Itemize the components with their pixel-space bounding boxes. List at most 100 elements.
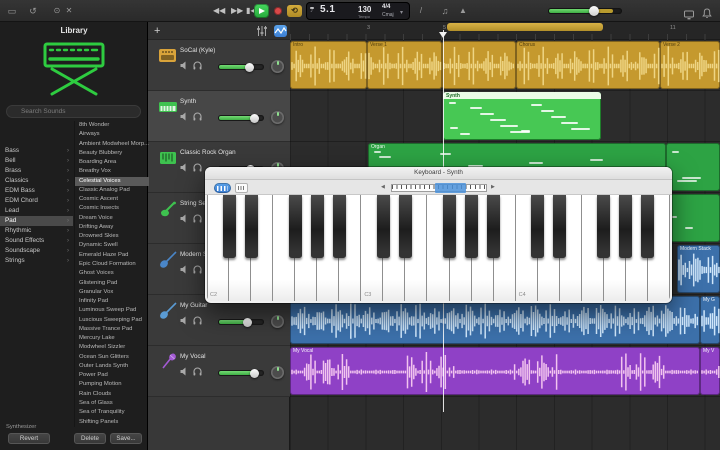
forward-button[interactable]: ▶▶ (231, 0, 243, 22)
record-button[interactable] (274, 7, 282, 15)
patch-path-label[interactable]: Synthesizer (6, 424, 36, 430)
library-search-input[interactable] (6, 105, 141, 118)
scissors-icon[interactable]: ✕ (62, 0, 76, 22)
patch-item-boarding-area[interactable]: Boarding Area (75, 158, 149, 167)
display-icon[interactable] (682, 0, 696, 22)
patch-item-beauty-blubbery[interactable]: Beauty Blubbery (75, 149, 149, 158)
track-volume-slider[interactable] (218, 370, 264, 376)
patch-item-rain-clouds[interactable]: Rain Clouds (75, 390, 149, 399)
sidebar-category-bell[interactable]: Bell› (0, 156, 73, 166)
patch-item-shifting-panels[interactable]: Shifting Panels (75, 418, 149, 427)
playhead-marker[interactable] (439, 32, 447, 38)
region-my-vocal[interactable]: My Vocal (290, 347, 700, 395)
patch-item-sea-of-glass[interactable]: Sea of Glass (75, 399, 149, 408)
patch-item-pumping-motion[interactable]: Pumping Motion (75, 380, 149, 389)
patch-item-sea-of-tranquility[interactable]: Sea of Tranquility (75, 408, 149, 417)
pan-knob[interactable] (271, 111, 284, 124)
patch-item-power-pad[interactable]: Power Pad (75, 371, 149, 380)
timeline-ruler[interactable]: 357911 (290, 22, 720, 40)
sidebar-category-rhythmic[interactable]: Rhythmic› (0, 226, 73, 236)
delete-button[interactable]: Delete (74, 433, 106, 444)
black-key[interactable] (553, 195, 566, 258)
add-track-button[interactable]: + (154, 22, 160, 40)
track-volume-slider[interactable] (218, 115, 264, 121)
patch-item-classic-analog-pad[interactable]: Classic Analog Pad (75, 186, 149, 195)
black-key[interactable] (399, 195, 412, 258)
patch-item-8th-wonder[interactable]: 8th Wonder (75, 121, 149, 130)
patch-item-celestial-voices[interactable]: Celestial Voices (75, 177, 149, 186)
volume-thumb[interactable] (243, 318, 252, 327)
play-button[interactable] (254, 4, 269, 18)
volume-thumb[interactable] (250, 369, 259, 378)
region-my-v[interactable]: My V (700, 347, 720, 395)
sidebar-category-soundscape[interactable]: Soundscape› (0, 246, 73, 256)
black-key[interactable] (465, 195, 478, 258)
patch-item-granular-vox[interactable]: Granular Vox (75, 288, 149, 297)
sidebar-category-pad[interactable]: Pad› (0, 216, 73, 226)
patch-item-cosmic-ascent[interactable]: Cosmic Ascent (75, 195, 149, 204)
pan-knob[interactable] (271, 366, 284, 379)
sidebar-category-sound-effects[interactable]: Sound Effects› (0, 236, 73, 246)
patch-item-ambient-modwheel-morp[interactable]: Ambient Modwheel Morp... (75, 140, 149, 149)
black-key[interactable] (377, 195, 390, 258)
cycle-range[interactable] (447, 23, 603, 31)
sidebar-category-lead[interactable]: Lead› (0, 206, 73, 216)
region-clip[interactable] (442, 41, 516, 89)
patch-item-airways[interactable]: Airways (75, 130, 149, 139)
black-key[interactable] (333, 195, 346, 258)
sidebar-category-classics[interactable]: Classics› (0, 176, 73, 186)
keyboard-window[interactable]: Keyboard - Synth ◀ ▶ C2C3C4 (205, 167, 672, 303)
patch-item-cosmic-insects[interactable]: Cosmic Insects (75, 204, 149, 213)
bell-icon[interactable] (700, 0, 714, 22)
patch-item-drowned-skies[interactable]: Drowned Skies (75, 232, 149, 241)
patch-item-outer-lands-synth[interactable]: Outer Lands Synth (75, 362, 149, 371)
patch-item-dynamic-swell[interactable]: Dynamic Swell (75, 241, 149, 250)
region-chorus[interactable]: Chorus (516, 41, 660, 89)
window-icon[interactable]: ▭ (5, 0, 19, 22)
patch-item-drifting-away[interactable]: Drifting Away (75, 223, 149, 232)
patch-item-luscious-sweeping-pad[interactable]: Luscious Sweeping Pad (75, 316, 149, 325)
track-header-socal-kyle[interactable]: SoCal (Kyle) (148, 40, 290, 91)
region-intro[interactable]: Intro (290, 41, 367, 89)
patch-item-breathy-vox[interactable]: Breathy Vox (75, 167, 149, 176)
black-key[interactable] (443, 195, 456, 258)
metronome-icon[interactable]: ▲ (456, 0, 470, 22)
pan-knob[interactable] (271, 315, 284, 328)
black-key[interactable] (487, 195, 500, 258)
sidebar-category-bass[interactable]: Bass› (0, 146, 73, 156)
volume-thumb[interactable] (245, 63, 254, 72)
region-clip[interactable] (666, 143, 720, 191)
black-key[interactable] (289, 195, 302, 258)
region-my-g[interactable]: My G (700, 296, 720, 344)
black-key[interactable] (223, 195, 236, 258)
patch-item-dream-voice[interactable]: Dream Voice (75, 214, 149, 223)
cycle-button[interactable]: ⟲ (287, 5, 302, 17)
count-in-icon[interactable]: ♫ (438, 0, 452, 22)
undo-icon[interactable]: ↺ (26, 0, 40, 22)
black-key[interactable] (531, 195, 544, 258)
patch-item-emerald-haze-pad[interactable]: Emerald Haze Pad (75, 251, 149, 260)
black-key[interactable] (311, 195, 324, 258)
black-key[interactable] (619, 195, 632, 258)
black-key[interactable] (641, 195, 654, 258)
track-header-synth[interactable]: Synth (148, 91, 290, 142)
patch-item-luminous-sweep-pad[interactable]: Luminous Sweep Pad (75, 306, 149, 315)
black-key[interactable] (597, 195, 610, 258)
master-volume-thumb[interactable] (589, 6, 599, 16)
lcd-display[interactable]: ♪ 5.1 130 Tempo 4/4 Cmaj ▾ (306, 2, 410, 20)
rewind-button[interactable]: ◀◀ (213, 0, 225, 22)
patch-item-massive-trance-pad[interactable]: Massive Trance Pad (75, 325, 149, 334)
patch-item-infinity-pad[interactable]: Infinity Pad (75, 297, 149, 306)
keyboard-mode-button[interactable] (214, 183, 231, 193)
region-synth[interactable]: Synth (443, 92, 601, 140)
octave-right-icon[interactable]: ▶ (491, 184, 495, 190)
sidebar-category-edm-bass[interactable]: EDM Bass› (0, 186, 73, 196)
track-volume-slider[interactable] (218, 319, 264, 325)
volume-thumb[interactable] (250, 114, 259, 123)
track-volume-slider[interactable] (218, 64, 264, 70)
scale-mode-button[interactable] (235, 183, 248, 193)
patch-item-glistening-pad[interactable]: Glistening Pad (75, 279, 149, 288)
patch-item-modwheel-sizzler[interactable]: Modwheel Sizzler (75, 343, 149, 352)
region-modern-stack[interactable]: Modern Stack (677, 245, 720, 293)
master-volume-slider[interactable] (548, 8, 622, 14)
